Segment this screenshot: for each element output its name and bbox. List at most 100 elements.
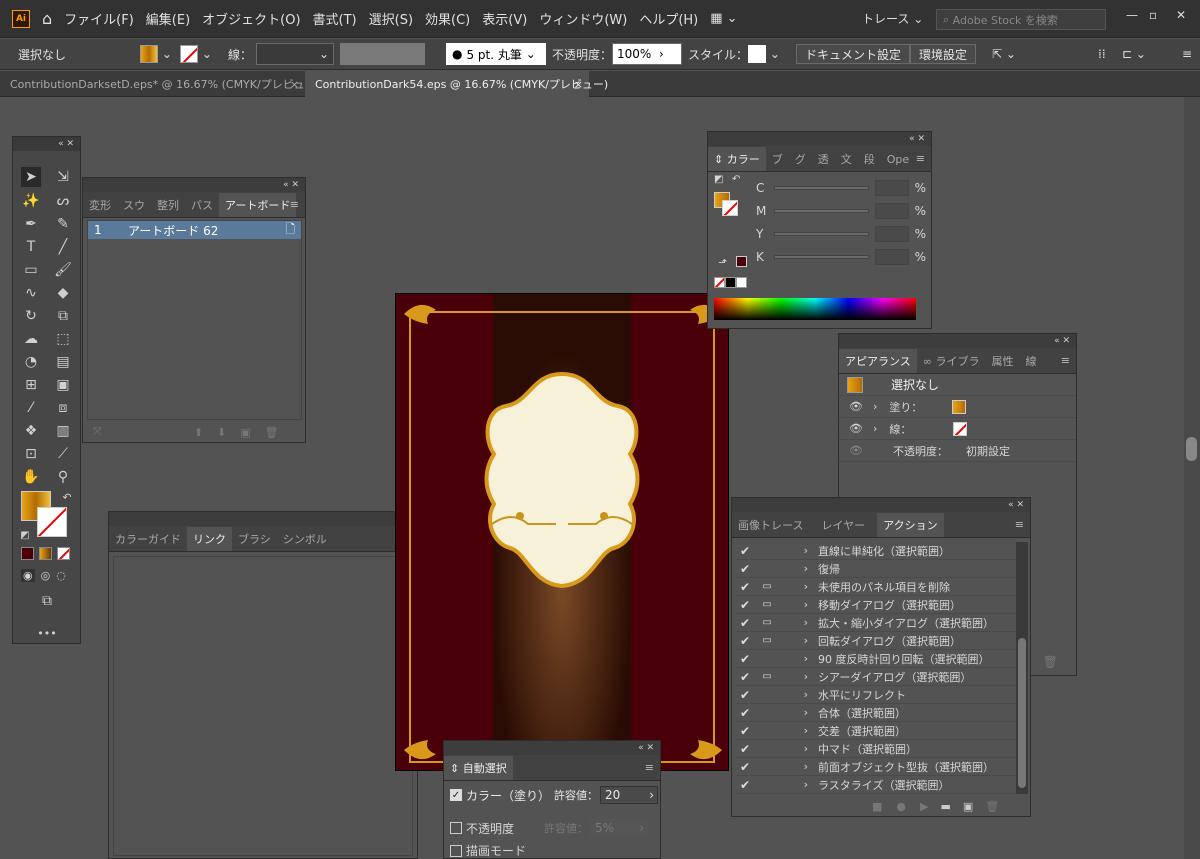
fill-swatch[interactable] [952,399,967,414]
none-mode-button[interactable] [57,547,70,560]
tools-panel-header[interactable]: « ✕ [13,137,80,151]
default-colors-icon[interactable]: ◩ [15,525,35,545]
panel-menu-icon[interactable]: ≡ [916,152,925,165]
swap-colors-icon[interactable]: ↶ [57,487,77,507]
close-icon[interactable]: × [290,78,299,91]
default-colors-icon[interactable]: ◩ [714,174,723,185]
slice-tool-icon[interactable]: ⟋ [53,444,73,464]
panel-menu-icon[interactable]: ≡ [1182,43,1192,65]
tab-color[interactable]: ⇕ カラー [708,147,766,171]
list-item[interactable]: ✔ ▭ › シアーダイアログ（選択範囲） [736,668,1016,686]
chevron-right-icon[interactable]: › [778,544,818,557]
perspective-grid-tool-icon[interactable]: ▤ [53,352,73,372]
column-graph-tool-icon[interactable]: ▥ [53,421,73,441]
toggle-check-icon[interactable]: ✔ [736,634,756,648]
delete-icon[interactable]: 🗑 [265,426,279,439]
tab-doc-1[interactable]: ContributionDarksetD.eps* @ 16.67% (CMYK… [0,71,320,97]
links-panel-header[interactable]: « ✕ [109,512,417,526]
actions-scrollbar[interactable] [1016,542,1028,794]
chevron-right-icon[interactable]: › [778,742,818,755]
scroll-thumb[interactable] [1186,437,1197,461]
appearance-fill-row[interactable]: 👁 › 塗り： [839,396,1076,418]
draw-normal-icon[interactable]: ◉ [21,569,35,582]
chevron-right-icon[interactable]: › [778,778,818,791]
dialog-toggle-icon[interactable]: ▭ [756,671,778,682]
list-item[interactable]: ✔ › 中マド（選択範囲） [736,740,1016,758]
new-set-icon[interactable]: ▬ [940,800,950,813]
checkbox-unchecked[interactable] [450,844,462,857]
tab-gradient[interactable]: グ [789,147,812,171]
document-setup-button[interactable]: ドキュメント設定 [796,44,911,64]
minimize-icon[interactable]: — [1126,8,1138,22]
magic-wand-tool-icon[interactable]: ✨ [21,191,41,211]
rearrange-icon[interactable]: ⤧ [93,425,102,439]
menu-view[interactable]: 表示(V) [482,9,527,28]
new-artboard-icon[interactable]: ▣ [240,426,250,439]
paintbrush-tool-icon[interactable]: 🖌 [53,260,73,280]
black-swatch[interactable] [725,277,736,288]
play-icon[interactable]: ▶ [920,800,928,813]
channel-input[interactable] [874,203,909,219]
edit-toolbar-icon[interactable]: ••• [37,623,57,643]
channel-slider[interactable] [773,186,869,190]
chevron-right-icon[interactable]: › [873,422,877,435]
last-color-swatch[interactable] [736,256,747,267]
white-swatch[interactable] [736,277,747,288]
toggle-check-icon[interactable]: ✔ [736,652,756,666]
rectangle-tool-icon[interactable]: ▭ [21,260,41,280]
eraser-tool-icon[interactable]: ◆ [53,283,73,303]
chevron-right-icon[interactable]: › [778,634,818,647]
toggle-check-icon[interactable]: ✔ [736,562,756,576]
blend-tool-icon[interactable]: ⧈ [53,398,73,418]
appearance-panel-header[interactable]: « ✕ [839,334,1076,348]
list-item[interactable]: ✔ › ラスタライズ（選択範囲） [736,776,1016,794]
trace-workspace-button[interactable]: トレース ⌄ [862,10,923,27]
chevron-right-icon[interactable]: › [778,688,818,701]
tab-artboards[interactable]: アートボード [219,193,297,217]
gradient-mode-button[interactable] [39,547,52,560]
align-icon[interactable]: ⁞⁞ [1098,43,1106,65]
tab-opentype[interactable]: Ope [881,147,915,171]
tab-character[interactable]: 文 [835,147,858,171]
style-swatch[interactable]: ⌄ [748,43,780,65]
shaper-tool-icon[interactable]: ∿ [21,283,41,303]
appearance-stroke-row[interactable]: 👁 › 線： [839,418,1076,440]
tab-align[interactable]: 整列 [151,193,185,217]
menu-effect[interactable]: 効果(C) [425,9,470,28]
stroke-weight-input[interactable]: ⌄ [256,43,334,65]
toggle-check-icon[interactable]: ✔ [736,544,756,558]
artboard-canvas[interactable] [395,293,729,771]
dialog-toggle-icon[interactable]: ▭ [756,617,778,628]
toggle-check-icon[interactable]: ✔ [736,778,756,792]
menu-object[interactable]: オブジェクト(O) [202,9,300,28]
checkbox-checked[interactable]: ✓ [450,789,462,801]
tab-layers[interactable]: レイヤー [815,513,871,537]
eyedropper-tool-icon[interactable]: ⁄ [21,398,41,418]
list-item[interactable]: ✔ › 合体（選択範囲） [736,704,1016,722]
opacity-tolerance-input[interactable]: 5% › [590,819,649,837]
transform-icon[interactable]: ⊏ ⌄ [1122,43,1146,65]
delete-icon[interactable]: 🗑 [985,800,999,813]
direct-selection-tool-icon[interactable]: ⇲ [53,167,73,187]
tab-doc-2[interactable]: ContributionDark54.eps @ 16.67% (CMYK/プレ… [305,71,608,97]
preferences-button[interactable]: 環境設定 [910,44,977,64]
stroke-swatch[interactable] [953,421,968,436]
tab-transparency[interactable]: 透 [812,147,835,171]
panel-menu-icon[interactable]: ≡ [290,198,299,211]
chevron-right-icon[interactable]: › [778,652,818,665]
move-down-icon[interactable]: ⬇ [217,426,226,439]
maximize-icon[interactable]: ▫ [1149,8,1157,22]
tab-auto-select[interactable]: ⇕ 自動選択 [444,756,513,780]
tab-brushes[interactable]: ブラシ [232,527,277,551]
channel-input[interactable] [874,226,909,242]
chevron-right-icon[interactable]: › [778,562,818,575]
selection-tool-icon[interactable]: ➤ [21,167,41,187]
toggle-check-icon[interactable]: ✔ [736,724,756,738]
list-item[interactable]: ✔ › 復帰 [736,560,1016,578]
dialog-toggle-icon[interactable]: ▭ [756,599,778,610]
menu-file[interactable]: ファイル(F) [64,9,134,28]
variable-width-profile[interactable] [340,43,425,65]
arrange-icon[interactable]: ⇱ ⌄ [992,43,1016,65]
tab-stroke[interactable]: 線 [1019,349,1042,373]
tab-pathfinder[interactable]: パス [185,193,219,217]
